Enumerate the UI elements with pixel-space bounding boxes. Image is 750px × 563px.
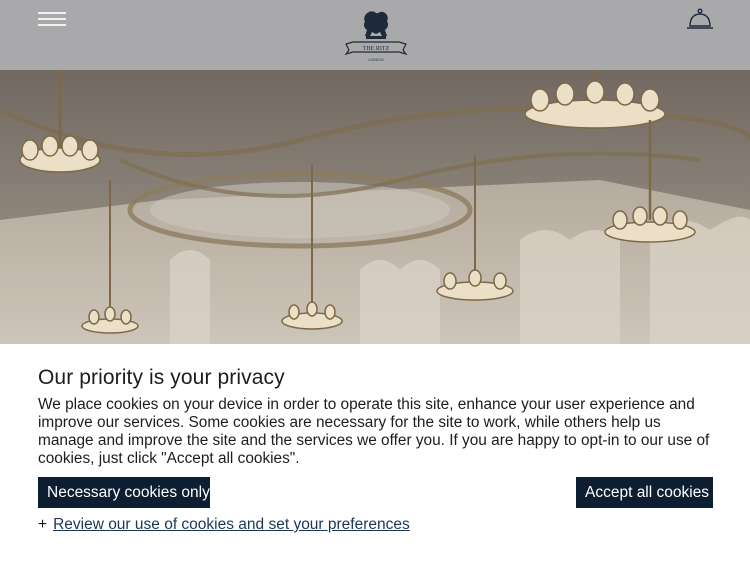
svg-text:LONDON: LONDON [369, 58, 384, 62]
site-header: THE RITZ LONDON [0, 0, 750, 70]
cookie-consent-banner: Our priority is your privacy We place co… [0, 344, 750, 563]
review-cookies-link[interactable]: Review our use of cookies and set your p… [53, 516, 410, 533]
review-preferences: + Review our use of cookies and set your … [38, 516, 410, 534]
ballroom-illustration [0, 70, 750, 344]
ritz-logo[interactable]: THE RITZ LONDON [343, 6, 409, 66]
hero-image [0, 70, 750, 344]
accept-all-cookies-button[interactable]: Accept all cookies [576, 477, 713, 508]
service-bell-icon[interactable] [686, 8, 714, 32]
hamburger-menu-icon[interactable] [38, 12, 66, 26]
expand-plus-icon[interactable]: + [38, 516, 47, 533]
necessary-cookies-button[interactable]: Necessary cookies only [38, 477, 210, 508]
svg-text:THE RITZ: THE RITZ [363, 46, 390, 52]
cookie-banner-title: Our priority is your privacy [38, 366, 285, 389]
cookie-banner-text: We place cookies on your device in order… [38, 396, 710, 467]
